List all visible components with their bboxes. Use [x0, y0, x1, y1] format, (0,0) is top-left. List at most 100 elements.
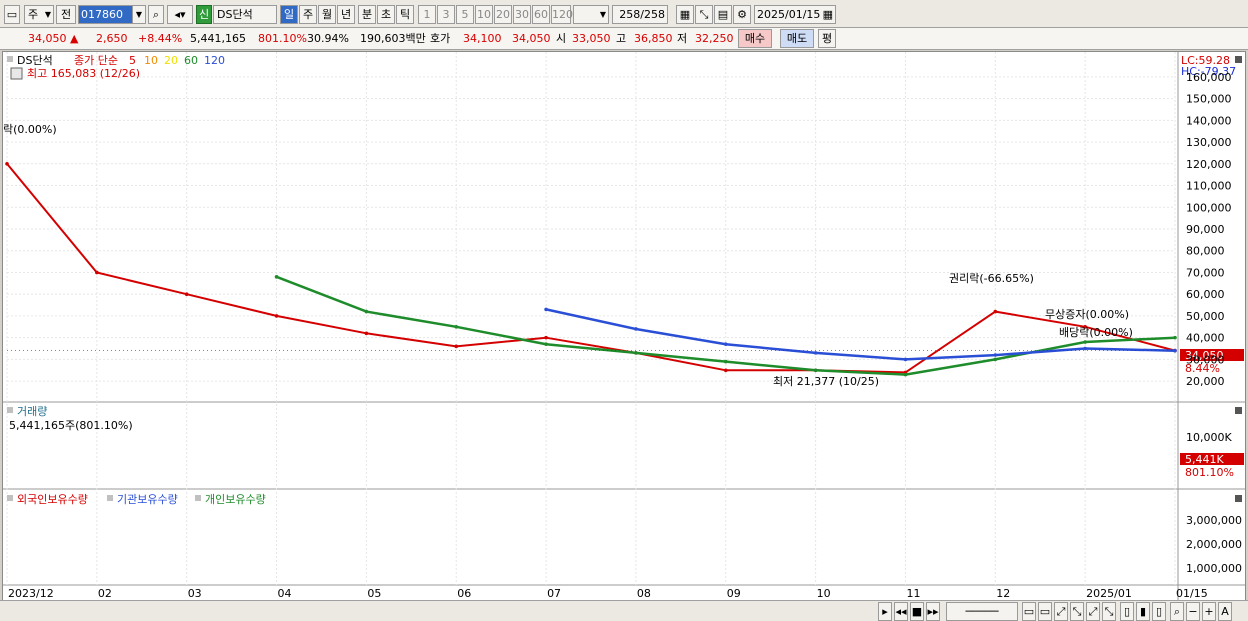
panel-icon [195, 495, 201, 501]
ma-label: 종가 단순 [74, 54, 118, 67]
holdings-y-tick-2m: 2,000,000 [1186, 538, 1242, 551]
open-label: 시 [556, 32, 567, 45]
bid-label: 호가 [430, 32, 451, 45]
chart-type-icon[interactable]: ▯ [1120, 602, 1134, 621]
data-point [813, 368, 818, 373]
tick-input[interactable]: ▼ [573, 5, 609, 24]
close-icon[interactable] [1235, 56, 1242, 63]
open-value: 33,050 [572, 32, 611, 45]
tick-5[interactable]: 5 [456, 5, 474, 24]
change-value: 2,650 [96, 32, 128, 45]
volume-value-text: 5,441,165주(801.10%) [9, 419, 133, 432]
x-tick-label: 04 [278, 587, 292, 600]
layout-icon[interactable]: ▭ [1022, 602, 1036, 621]
chart-type-icon[interactable]: ▯ [1152, 602, 1166, 621]
turnover-value: 30.94% [307, 32, 349, 45]
prev-button[interactable]: 전 [56, 5, 76, 24]
tick-20[interactable]: 20 [494, 5, 512, 24]
window-icon[interactable]: ▭ [4, 5, 20, 24]
y-tick-label: 60,000 [1186, 288, 1225, 301]
data-point [454, 344, 459, 349]
tick-1[interactable]: 1 [418, 5, 436, 24]
x-tick-label: 01/15 [1176, 587, 1208, 600]
chevron-down-icon[interactable]: ▼ [132, 5, 146, 24]
ma-10: 10 [144, 54, 158, 67]
zoom-icon[interactable]: ⤡ [1070, 602, 1084, 621]
gear-icon[interactable]: ⚙ [733, 5, 751, 24]
stock-name-field[interactable]: DS단석 [213, 5, 277, 24]
period-second[interactable]: 초 [377, 5, 395, 24]
y-tick-label: 50,000 [1186, 310, 1225, 323]
volume-ratio: 801.10% [258, 32, 307, 45]
low-label: 저 [677, 32, 688, 45]
grid-icon[interactable]: ▦ [676, 5, 694, 24]
data-point [903, 357, 908, 362]
data-point [993, 353, 998, 357]
rewind-icon[interactable]: ◂◂ [894, 602, 908, 621]
ask-value: 34,050 [512, 32, 551, 45]
x-tick-label: 11 [906, 587, 920, 600]
tick-120[interactable]: 120 [551, 5, 573, 24]
change-pct: +8.44% [138, 32, 183, 45]
period-day[interactable]: 일 [280, 5, 298, 24]
high-value: 36,850 [634, 32, 673, 45]
count-field[interactable]: 258/258 [612, 5, 668, 24]
chart-area: DS단석 종가 단순 5 10 20 60 120 최고 165,083 (12… [2, 51, 1246, 601]
save-icon[interactable]: ▤ [714, 5, 732, 24]
sell-button[interactable]: 매도 [780, 29, 814, 48]
price-text: 34,050 [28, 32, 67, 45]
chart-type-icon[interactable]: ▮ [1136, 602, 1150, 621]
date-field[interactable]: 2025/01/15 ▦ [754, 5, 836, 24]
stop-icon[interactable]: ■ [910, 602, 924, 621]
forward-icon[interactable]: ▸▸ [926, 602, 940, 621]
x-tick-label: 2023/12 [8, 587, 54, 600]
speaker-icon[interactable]: ◂▾ [167, 5, 193, 24]
close-icon[interactable] [1235, 407, 1242, 414]
tick-10[interactable]: 10 [475, 5, 493, 24]
search-icon[interactable]: ⌕ [1170, 602, 1184, 621]
period-tick[interactable]: 틱 [396, 5, 414, 24]
search-icon[interactable]: ⌕ [148, 5, 164, 24]
annotation-dividend: 배당락(0.00%) [1059, 326, 1133, 339]
y-tick-label: 100,000 [1186, 201, 1232, 214]
zoom-icon[interactable]: ⤡ [1102, 602, 1116, 621]
low-value: 32,250 [695, 32, 734, 45]
type-select[interactable]: 주 ▼ [24, 5, 54, 24]
close-icon[interactable] [1235, 495, 1242, 502]
panel-icon [7, 495, 13, 501]
y-tick-label: 120,000 [1186, 158, 1232, 171]
font-size-icon[interactable]: A [1218, 602, 1232, 621]
high-label: 고 [616, 32, 627, 45]
data-point [1173, 348, 1177, 353]
y-tick-label: 70,000 [1186, 266, 1225, 279]
tick-60[interactable]: 60 [532, 5, 550, 24]
buy-button[interactable]: 매수 [738, 29, 772, 48]
scroll-slider[interactable]: ───── [946, 602, 1018, 621]
minus-icon[interactable]: − [1186, 602, 1200, 621]
data-point [544, 342, 548, 346]
legend-foreign: 외국인보유수량 [17, 493, 88, 506]
period-minute[interactable]: 분 [358, 5, 376, 24]
x-tick-label: 02 [98, 587, 112, 600]
period-week[interactable]: 주 [299, 5, 317, 24]
play-icon[interactable]: ▸ [878, 602, 892, 621]
code-value: 017860 [81, 8, 123, 21]
data-point [274, 275, 279, 279]
layout-icon[interactable]: ▭ [1038, 602, 1052, 621]
resize-icon[interactable]: ⤡ [695, 5, 713, 24]
tick-30[interactable]: 30 [513, 5, 531, 24]
volume-value: 5,441,165 [190, 32, 246, 45]
period-year[interactable]: 년 [337, 5, 355, 24]
data-point [1083, 346, 1087, 351]
zoom-icon[interactable]: ⤢ [1054, 602, 1068, 621]
y-tick-label: 40,000 [1186, 332, 1225, 345]
tick-3[interactable]: 3 [437, 5, 455, 24]
data-point [544, 307, 548, 312]
period-month[interactable]: 월 [318, 5, 336, 24]
avg-button[interactable]: 평 [818, 29, 836, 48]
zoom-icon[interactable]: ⤢ [1086, 602, 1100, 621]
y-tick-label: 140,000 [1186, 114, 1232, 127]
x-tick-label: 03 [188, 587, 202, 600]
plus-icon[interactable]: + [1202, 602, 1216, 621]
x-tick-label: 05 [367, 587, 381, 600]
